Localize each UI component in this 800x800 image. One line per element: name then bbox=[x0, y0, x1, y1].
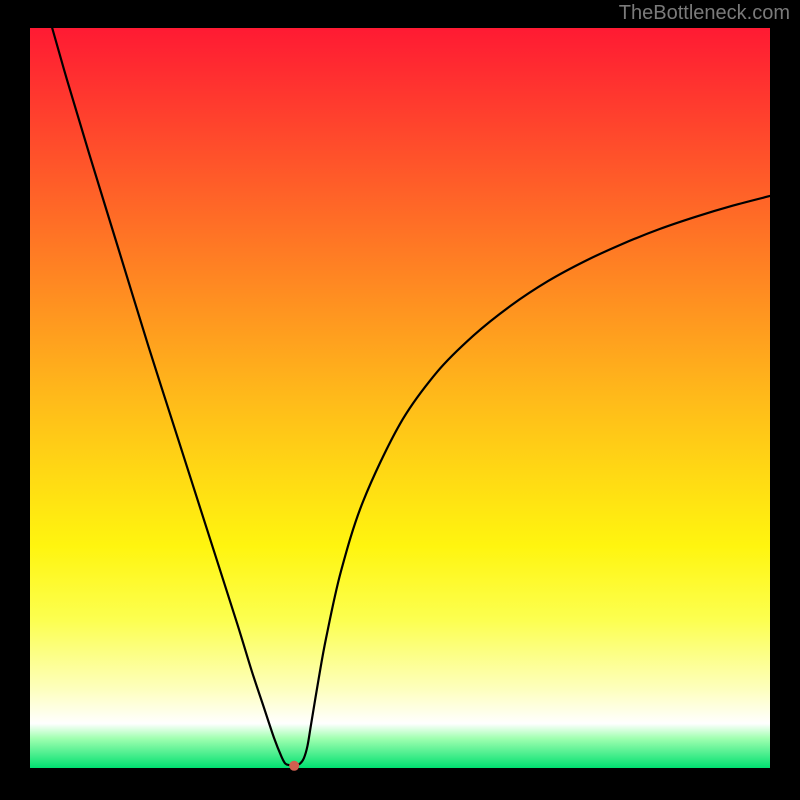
watermark-text: TheBottleneck.com bbox=[619, 2, 790, 25]
chart-svg bbox=[30, 28, 770, 768]
plot-area bbox=[30, 28, 770, 768]
bottleneck-curve bbox=[52, 28, 770, 765]
chart-container: TheBottleneck.com bbox=[0, 0, 800, 800]
minimum-point-marker bbox=[289, 761, 299, 771]
